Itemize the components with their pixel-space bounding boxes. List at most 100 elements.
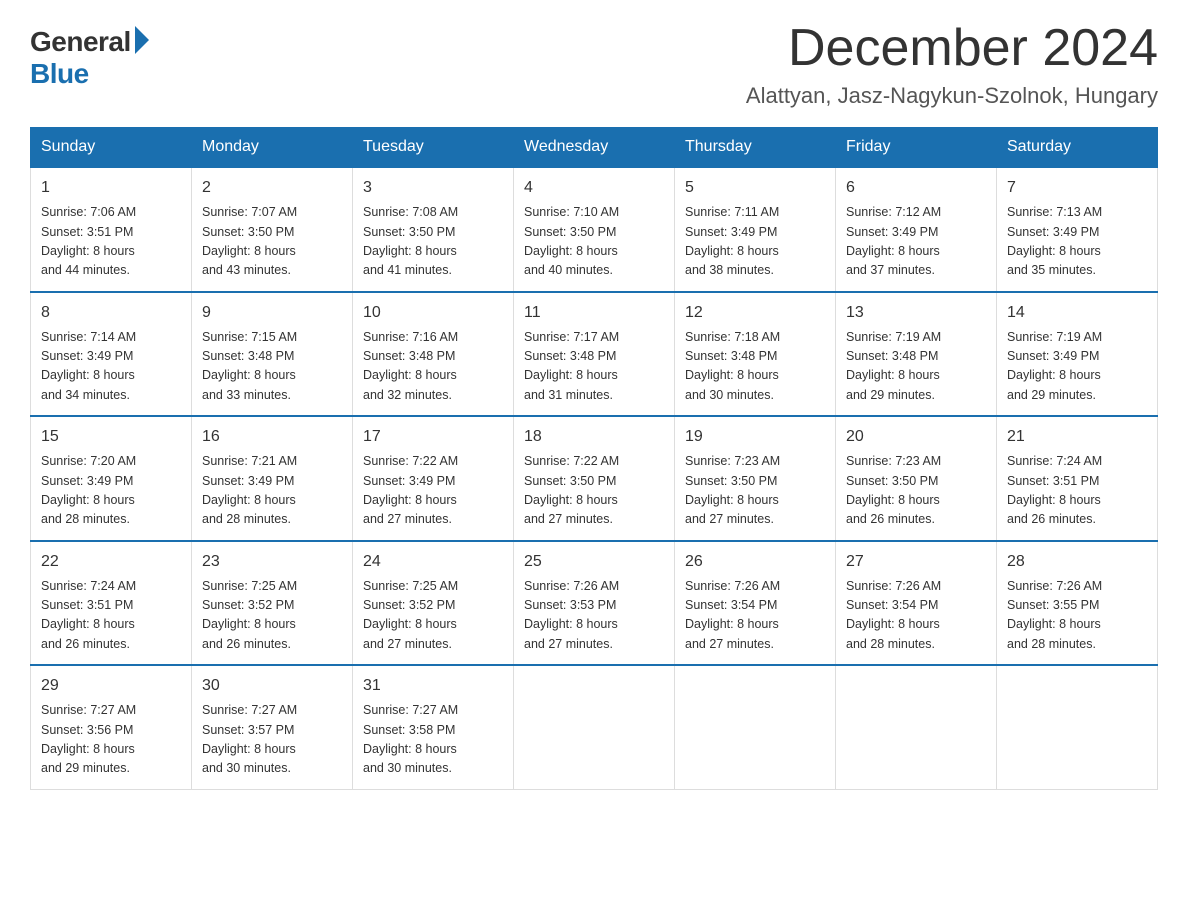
calendar-day-5: 5Sunrise: 7:11 AMSunset: 3:49 PMDaylight… [675, 167, 836, 292]
calendar-day-13: 13 Sunrise: 7:19 AMSunset: 3:48 PMDayligh… [836, 292, 997, 417]
logo-blue-text: Blue [30, 58, 89, 90]
day-info-21: Sunrise: 7:24 AMSunset: 3:51 PMDaylight:… [1007, 452, 1147, 530]
calendar-day-4: 4 Sunrise: 7:10 AMSunset: 3:50 PMDaylight… [514, 167, 675, 292]
day-number-3: 3 [363, 176, 503, 200]
day-number-13: 13 [846, 301, 986, 325]
empty-cell [997, 665, 1158, 789]
day-info-31: Sunrise: 7:27 AMSunset: 3:58 PMDaylight:… [363, 701, 503, 779]
day-number-23: 23 [202, 550, 342, 574]
calendar-day-3: 3 Sunrise: 7:08 AMSunset: 3:50 PMDaylight… [353, 167, 514, 292]
calendar-day-11: 11 Sunrise: 7:17 AMSunset: 3:48 PMDayligh… [514, 292, 675, 417]
day-info-8: Sunrise: 7:14 AMSunset: 3:49 PMDaylight:… [41, 328, 181, 406]
title-section: December 2024 Alattyan, Jasz-Nagykun-Szo… [746, 20, 1158, 109]
weekday-header-saturday: Saturday [997, 128, 1158, 168]
week-row-3: 15 Sunrise: 7:20 AMSunset: 3:49 PMDayligh… [31, 416, 1158, 541]
weekday-header-friday: Friday [836, 128, 997, 168]
day-number-18: 18 [524, 425, 664, 449]
day-info-16: Sunrise: 7:21 AMSunset: 3:49 PMDaylight:… [202, 452, 342, 530]
day-number-26: 26 [685, 550, 825, 574]
day-number-15: 15 [41, 425, 181, 449]
day-number-11: 11 [524, 301, 664, 325]
calendar-title: December 2024 [746, 20, 1158, 77]
week-row-1: 1 Sunrise: 7:06 AMSunset: 3:51 PMDaylight… [31, 167, 1158, 292]
day-number-12: 12 [685, 301, 825, 325]
day-info-23: Sunrise: 7:25 AMSunset: 3:52 PMDaylight:… [202, 577, 342, 655]
day-info-4: Sunrise: 7:10 AMSunset: 3:50 PMDaylight:… [524, 203, 664, 281]
logo-general-text: General [30, 26, 131, 58]
day-info-22: Sunrise: 7:24 AMSunset: 3:51 PMDaylight:… [41, 577, 181, 655]
day-number-8: 8 [41, 301, 181, 325]
weekday-header-row: SundayMondayTuesdayWednesdayThursdayFrid… [31, 128, 1158, 168]
calendar-day-1: 1 Sunrise: 7:06 AMSunset: 3:51 PMDaylight… [31, 167, 192, 292]
calendar-day-10: 10Sunrise: 7:16 AMSunset: 3:48 PMDayligh… [353, 292, 514, 417]
day-info-19: Sunrise: 7:23 AMSunset: 3:50 PMDaylight:… [685, 452, 825, 530]
weekday-header-wednesday: Wednesday [514, 128, 675, 168]
calendar-day-21: 21 Sunrise: 7:24 AMSunset: 3:51 PMDayligh… [997, 416, 1158, 541]
week-row-4: 22Sunrise: 7:24 AMSunset: 3:51 PMDayligh… [31, 541, 1158, 666]
calendar-subtitle: Alattyan, Jasz-Nagykun-Szolnok, Hungary [746, 83, 1158, 109]
day-info-17: Sunrise: 7:22 AMSunset: 3:49 PMDaylight:… [363, 452, 503, 530]
calendar-day-24: 24 Sunrise: 7:25 AMSunset: 3:52 PMDayligh… [353, 541, 514, 666]
day-info-13: Sunrise: 7:19 AMSunset: 3:48 PMDaylight:… [846, 328, 986, 406]
calendar-day-26: 26 Sunrise: 7:26 AMSunset: 3:54 PMDayligh… [675, 541, 836, 666]
day-number-6: 6 [846, 176, 986, 200]
day-number-17: 17 [363, 425, 503, 449]
day-info-1: Sunrise: 7:06 AMSunset: 3:51 PMDaylight:… [41, 203, 181, 281]
calendar-day-25: 25 Sunrise: 7:26 AMSunset: 3:53 PMDayligh… [514, 541, 675, 666]
day-number-1: 1 [41, 176, 181, 200]
weekday-header-tuesday: Tuesday [353, 128, 514, 168]
weekday-header-thursday: Thursday [675, 128, 836, 168]
day-info-28: Sunrise: 7:26 AMSunset: 3:55 PMDaylight:… [1007, 577, 1147, 655]
calendar-day-12: 12 Sunrise: 7:18 AMSunset: 3:48 PMDayligh… [675, 292, 836, 417]
calendar-day-19: 19 Sunrise: 7:23 AMSunset: 3:50 PMDayligh… [675, 416, 836, 541]
calendar-day-6: 6 Sunrise: 7:12 AMSunset: 3:49 PMDaylight… [836, 167, 997, 292]
calendar-day-17: 17 Sunrise: 7:22 AMSunset: 3:49 PMDayligh… [353, 416, 514, 541]
day-info-25: Sunrise: 7:26 AMSunset: 3:53 PMDaylight:… [524, 577, 664, 655]
weekday-header-monday: Monday [192, 128, 353, 168]
day-info-15: Sunrise: 7:20 AMSunset: 3:49 PMDaylight:… [41, 452, 181, 530]
logo-triangle-icon [135, 26, 149, 54]
day-info-30: Sunrise: 7:27 AMSunset: 3:57 PMDaylight:… [202, 701, 342, 779]
day-info-18: Sunrise: 7:22 AMSunset: 3:50 PMDaylight:… [524, 452, 664, 530]
day-info-9: Sunrise: 7:15 AMSunset: 3:48 PMDaylight:… [202, 328, 342, 406]
day-info-2: Sunrise: 7:07 AMSunset: 3:50 PMDaylight:… [202, 203, 342, 281]
page-header: General Blue December 2024 Alattyan, Jas… [30, 20, 1158, 109]
calendar-table: SundayMondayTuesdayWednesdayThursdayFrid… [30, 127, 1158, 790]
day-info-6: Sunrise: 7:12 AMSunset: 3:49 PMDaylight:… [846, 203, 986, 281]
calendar-day-29: 29 Sunrise: 7:27 AMSunset: 3:56 PMDayligh… [31, 665, 192, 789]
day-info-20: Sunrise: 7:23 AMSunset: 3:50 PMDaylight:… [846, 452, 986, 530]
calendar-day-27: 27Sunrise: 7:26 AMSunset: 3:54 PMDayligh… [836, 541, 997, 666]
calendar-day-16: 16Sunrise: 7:21 AMSunset: 3:49 PMDayligh… [192, 416, 353, 541]
day-number-5: 5 [685, 176, 825, 200]
day-info-29: Sunrise: 7:27 AMSunset: 3:56 PMDaylight:… [41, 701, 181, 779]
day-info-26: Sunrise: 7:26 AMSunset: 3:54 PMDaylight:… [685, 577, 825, 655]
day-number-14: 14 [1007, 301, 1147, 325]
day-number-7: 7 [1007, 176, 1147, 200]
day-number-24: 24 [363, 550, 503, 574]
calendar-day-28: 28 Sunrise: 7:26 AMSunset: 3:55 PMDayligh… [997, 541, 1158, 666]
calendar-day-7: 7Sunrise: 7:13 AMSunset: 3:49 PMDaylight… [997, 167, 1158, 292]
day-number-29: 29 [41, 674, 181, 698]
day-number-9: 9 [202, 301, 342, 325]
calendar-day-31: 31Sunrise: 7:27 AMSunset: 3:58 PMDayligh… [353, 665, 514, 789]
day-info-11: Sunrise: 7:17 AMSunset: 3:48 PMDaylight:… [524, 328, 664, 406]
calendar-day-22: 22Sunrise: 7:24 AMSunset: 3:51 PMDayligh… [31, 541, 192, 666]
calendar-day-30: 30 Sunrise: 7:27 AMSunset: 3:57 PMDayligh… [192, 665, 353, 789]
day-number-21: 21 [1007, 425, 1147, 449]
day-info-10: Sunrise: 7:16 AMSunset: 3:48 PMDaylight:… [363, 328, 503, 406]
calendar-day-9: 9 Sunrise: 7:15 AMSunset: 3:48 PMDaylight… [192, 292, 353, 417]
empty-cell [675, 665, 836, 789]
day-number-4: 4 [524, 176, 664, 200]
day-number-30: 30 [202, 674, 342, 698]
day-info-12: Sunrise: 7:18 AMSunset: 3:48 PMDaylight:… [685, 328, 825, 406]
empty-cell [514, 665, 675, 789]
day-info-3: Sunrise: 7:08 AMSunset: 3:50 PMDaylight:… [363, 203, 503, 281]
day-number-19: 19 [685, 425, 825, 449]
week-row-2: 8 Sunrise: 7:14 AMSunset: 3:49 PMDaylight… [31, 292, 1158, 417]
day-info-24: Sunrise: 7:25 AMSunset: 3:52 PMDaylight:… [363, 577, 503, 655]
day-number-25: 25 [524, 550, 664, 574]
weekday-header-sunday: Sunday [31, 128, 192, 168]
logo: General Blue [30, 26, 149, 90]
calendar-day-23: 23 Sunrise: 7:25 AMSunset: 3:52 PMDayligh… [192, 541, 353, 666]
day-number-28: 28 [1007, 550, 1147, 574]
